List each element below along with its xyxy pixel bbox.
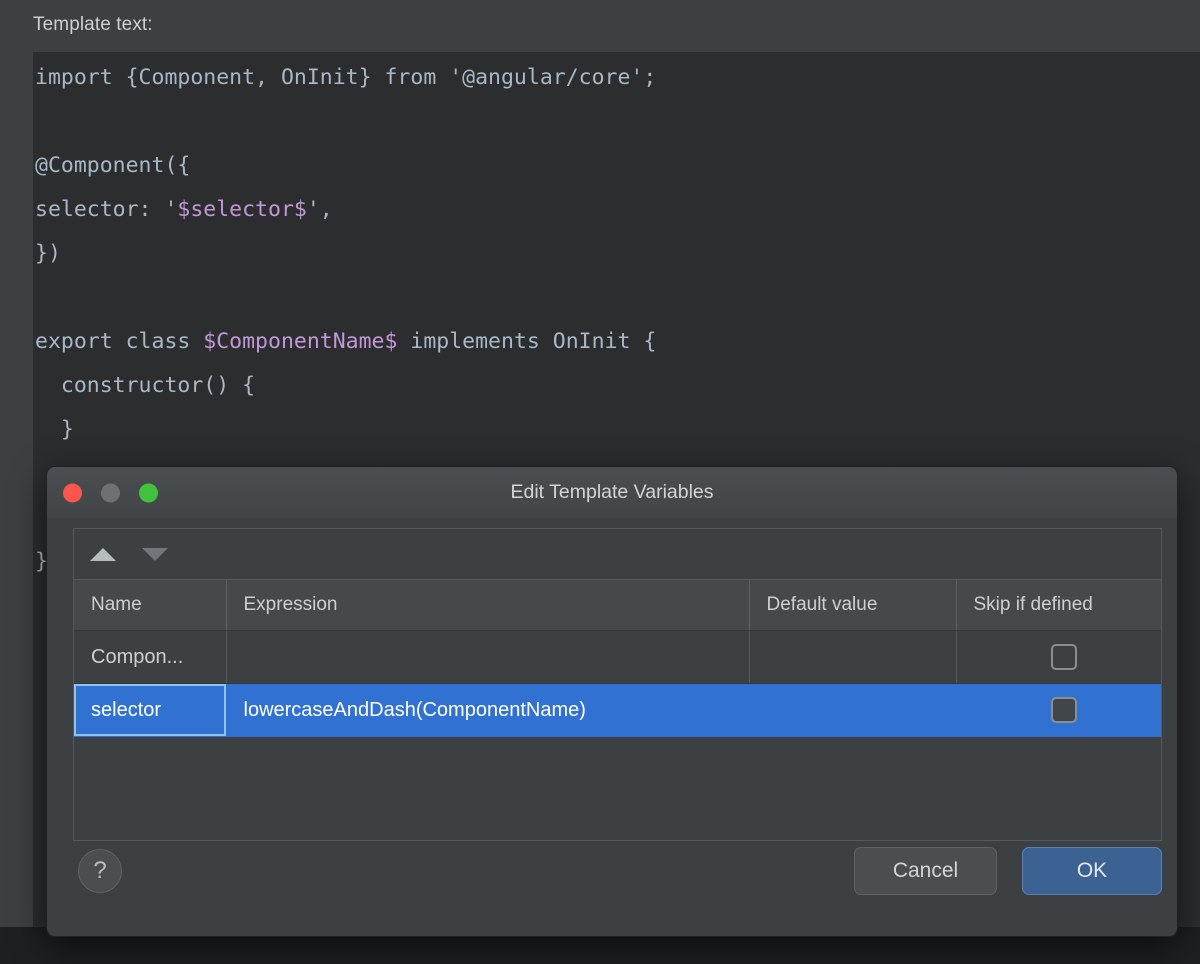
code-line: selector: '$selector$',	[35, 188, 1200, 232]
code-token: ',	[307, 197, 333, 222]
template-variable-token: $selector$	[177, 197, 306, 222]
code-token: @Component({	[35, 153, 190, 178]
column-header-name[interactable]: Name	[74, 580, 226, 631]
template-text-label: Template text:	[33, 14, 153, 36]
cell-name[interactable]: selector	[74, 684, 226, 737]
code-token: export class	[35, 329, 203, 354]
cell-skip-if-defined[interactable]	[956, 631, 1161, 684]
code-line: export class $ComponentName$ implements …	[35, 320, 1200, 364]
code-line	[35, 100, 1200, 144]
code-line: })	[35, 232, 1200, 276]
column-header-default-value[interactable]: Default value	[749, 580, 956, 631]
cell-skip-if-defined[interactable]	[956, 684, 1161, 737]
code-line	[35, 276, 1200, 320]
code-token: import {Component, OnInit} from '@angula…	[35, 65, 656, 90]
cell-default-value[interactable]	[749, 631, 956, 684]
dialog-title: Edit Template Variables	[47, 467, 1177, 518]
code-line: @Component({	[35, 144, 1200, 188]
skip-if-defined-checkbox[interactable]	[1051, 644, 1077, 670]
dialog-action-buttons: Cancel OK	[854, 847, 1162, 895]
column-header-skip-if-defined[interactable]: Skip if defined	[956, 580, 1161, 631]
variables-table-toolbar	[74, 529, 1161, 580]
cell-expression[interactable]	[226, 631, 749, 684]
cell-default-value[interactable]	[749, 684, 956, 737]
help-button[interactable]: ?	[78, 849, 122, 893]
code-token: constructor() {	[35, 373, 255, 398]
column-header-expression[interactable]: Expression	[226, 580, 749, 631]
editor-gutter	[0, 52, 33, 927]
move-down-arrow-icon[interactable]	[142, 548, 168, 561]
code-line: }	[35, 408, 1200, 452]
dialog-titlebar[interactable]: Edit Template Variables	[47, 467, 1177, 519]
code-token: }	[35, 417, 74, 442]
skip-if-defined-checkbox[interactable]	[1051, 697, 1077, 723]
code-token: implements OnInit {	[397, 329, 656, 354]
template-variable-token: $ComponentName$	[203, 329, 397, 354]
code-token: })	[35, 241, 61, 266]
variables-table-panel: Name Expression Default value Skip if de…	[73, 528, 1162, 841]
edit-template-variables-dialog: Edit Template Variables	[46, 466, 1178, 937]
dialog-body: Name Expression Default value Skip if de…	[47, 518, 1177, 936]
table-header-row: Name Expression Default value Skip if de…	[74, 580, 1161, 631]
cancel-button[interactable]: Cancel	[854, 847, 997, 895]
variables-table: Name Expression Default value Skip if de…	[74, 580, 1161, 737]
move-up-arrow-icon[interactable]	[90, 548, 116, 561]
table-row[interactable]: Compon...	[74, 631, 1161, 684]
cell-name[interactable]: Compon...	[74, 631, 226, 684]
cell-expression[interactable]: lowercaseAndDash(ComponentName)	[226, 684, 749, 737]
dialog-footer: ? Cancel OK	[47, 818, 1177, 936]
table-row[interactable]: selector lowercaseAndDash(ComponentName)	[74, 684, 1161, 737]
template-settings-screen: Template text: import {Component, OnInit…	[0, 0, 1200, 964]
code-line: import {Component, OnInit} from '@angula…	[35, 56, 1200, 100]
code-token: selector: '	[35, 197, 177, 222]
code-line: constructor() {	[35, 364, 1200, 408]
ok-button[interactable]: OK	[1022, 847, 1162, 895]
